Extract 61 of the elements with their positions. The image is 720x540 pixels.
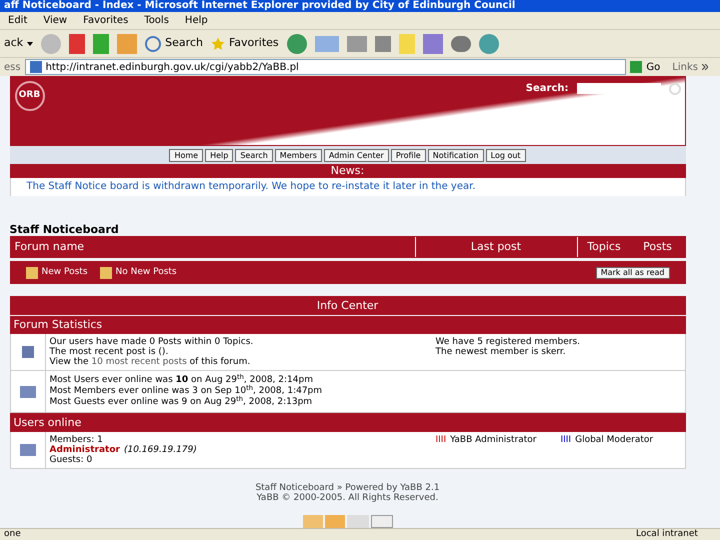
column-header: Forum name xyxy=(14,239,86,255)
menu-item[interactable]: Favorites xyxy=(83,13,128,28)
nav-button[interactable]: Search xyxy=(235,148,273,162)
status-text: one xyxy=(4,528,21,540)
news-text: The Staff Notice board is withdrawn temporarily. We hope to re-instate it later in the year. xyxy=(10,178,686,196)
nav-button[interactable]: Profile xyxy=(390,148,426,162)
search-button[interactable]: Search xyxy=(145,35,203,52)
go-button[interactable]: Go xyxy=(630,60,660,74)
group-color-mark: IIII xyxy=(560,435,572,445)
nav-button[interactable]: Help xyxy=(205,148,234,162)
address-field[interactable]: http://intranet.edinburgh.gov.uk/cgi/yabb2/YaBB.pl xyxy=(24,59,626,75)
guests-count: Guests: 0 xyxy=(50,455,94,465)
stats-text: View the 10 most recent posts of this forum. xyxy=(50,357,252,367)
orb-logo: ORB xyxy=(14,81,44,111)
mark-read-button[interactable]: Mark all as read xyxy=(596,266,670,278)
window-title: aff Noticeboard - Index - Microsoft Internet Explorer provided by City of Edinburgh Council xyxy=(0,0,720,12)
nav-button[interactable]: Log out xyxy=(486,148,526,162)
stats-text: We have 5 registered members. xyxy=(436,337,581,347)
news-title: News: xyxy=(10,164,686,178)
nav-button[interactable]: Home xyxy=(169,148,204,162)
search-icon xyxy=(668,82,680,94)
record-text: Most Members ever online was 3 on Sep 10$^{th}$, 2008, 1:47pm xyxy=(50,386,322,396)
caret-icon xyxy=(27,42,34,46)
column-header: Last post xyxy=(414,237,576,257)
record-text: Most Guests ever online was 9 on Aug 29$^{th}$, 2008, 2:13pm xyxy=(50,397,312,408)
info-center-title: Info Center xyxy=(10,296,686,315)
menu-item[interactable]: Tools xyxy=(144,13,169,28)
menu-item[interactable]: Edit xyxy=(8,13,28,28)
group-label: Global Moderator xyxy=(575,435,654,445)
footer-text: YaBB © 2000-2005. All Rights Reserved. xyxy=(256,493,438,503)
group-color-mark: IIII xyxy=(436,435,446,445)
address-label: ess xyxy=(4,60,21,74)
zone-text: Local intranet xyxy=(636,528,699,540)
stats-text: The most recent post is (). xyxy=(50,347,170,357)
nav-button[interactable]: Members xyxy=(274,148,322,162)
nav-button[interactable]: Notification xyxy=(428,148,484,162)
menu-item[interactable]: View xyxy=(43,13,68,28)
section-title: Users online xyxy=(10,413,686,432)
back-button[interactable]: ack xyxy=(4,35,34,52)
links-label[interactable]: Links xyxy=(664,60,716,74)
column-header: Posts xyxy=(642,239,673,255)
ip-address: (10.169.19.179) xyxy=(124,445,197,455)
stats-text: The newest member is skerr. xyxy=(436,347,567,357)
recent-posts-link[interactable]: 10 most recent posts xyxy=(91,357,187,367)
legend-label: No New Posts xyxy=(116,266,177,279)
board-title: Staff Noticeboard xyxy=(10,224,120,236)
admin-link[interactable]: Administrator xyxy=(50,445,120,455)
stats-text: Our users have made 0 Posts within 0 Topics. xyxy=(50,337,254,347)
menu-item[interactable]: Help xyxy=(184,13,208,28)
footer-text: Staff Noticeboard » Powered by YaBB 2.1 xyxy=(255,483,440,493)
star-icon xyxy=(210,36,225,50)
favorites-button[interactable]: Favorites xyxy=(210,35,279,52)
record-text: Most Users ever online was 10 on Aug 29$^{th}$, 2008, 2:14pm xyxy=(50,375,314,385)
members-count: Members: 1 xyxy=(50,435,104,445)
chevron-icon xyxy=(702,64,708,70)
legend-label: New Posts xyxy=(42,266,88,279)
section-title: Forum Statistics xyxy=(10,316,686,334)
search-label: Search: xyxy=(526,82,568,96)
group-label: YaBB Administrator xyxy=(450,435,536,445)
column-header: Topics xyxy=(576,237,630,257)
nav-button[interactable]: Admin Center xyxy=(324,148,389,162)
